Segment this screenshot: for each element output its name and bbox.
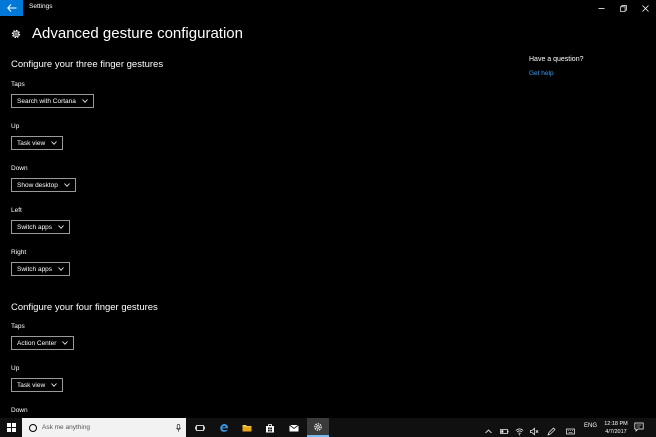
mail-icon (289, 424, 299, 431)
battery-button[interactable] (500, 423, 509, 434)
four-finger-up-label: Up (11, 365, 20, 372)
close-button[interactable] (634, 0, 656, 16)
edge-button[interactable] (213, 418, 235, 437)
three-finger-right-label: Right (11, 249, 27, 256)
start-button[interactable] (0, 418, 22, 437)
action-center-icon[interactable] (634, 422, 644, 432)
windows-logo-icon (6, 423, 16, 432)
back-arrow-icon (6, 4, 16, 12)
three-finger-left-dropdown[interactable]: Switch apps (11, 220, 71, 234)
chevron-up-icon (485, 429, 492, 434)
network-button[interactable] (515, 423, 524, 436)
task-view-button[interactable] (189, 418, 211, 437)
maximize-button[interactable] (612, 0, 634, 16)
show-hidden-icons-button[interactable] (484, 423, 493, 434)
chevron-down-icon (58, 267, 64, 271)
window-title: Settings (29, 3, 53, 10)
battery-icon (500, 429, 509, 434)
store-icon (266, 423, 274, 432)
four-finger-up-dropdown[interactable]: Task view (11, 378, 64, 392)
help-title: Have a question? (529, 56, 584, 63)
dropdown-value: Task view (17, 381, 46, 389)
three-finger-up-dropdown[interactable]: Task view (11, 136, 64, 150)
page-title: Advanced gesture configuration (32, 25, 243, 42)
three-finger-up-label: Up (11, 123, 20, 130)
edge-icon (220, 423, 229, 432)
three-finger-right-dropdown[interactable]: Switch apps (11, 262, 71, 276)
minimize-button[interactable] (590, 0, 612, 16)
chevron-down-icon (82, 99, 88, 103)
chevron-down-icon (51, 383, 57, 387)
microphone-icon[interactable] (176, 423, 181, 432)
three-finger-down-label: Down (11, 165, 28, 172)
settings-taskbar-button[interactable] (307, 418, 329, 437)
folder-icon (242, 424, 252, 431)
clock[interactable]: 12:18 PM 4/7/2017 (603, 420, 629, 436)
dropdown-value: Task view (17, 139, 46, 147)
title-bar: Settings (0, 0, 656, 16)
dropdown-value: Switch apps (17, 265, 53, 273)
task-view-icon (195, 424, 205, 431)
dropdown-value: Switch apps (17, 223, 53, 231)
three-finger-taps-label: Taps (11, 81, 25, 88)
clock-time: 12:18 PM (604, 421, 628, 427)
chevron-down-icon (51, 141, 57, 145)
dropdown-value: Action Center (17, 339, 57, 347)
four-finger-heading: Configure your four finger gestures (11, 302, 158, 313)
three-finger-down-dropdown[interactable]: Show desktop (11, 178, 76, 192)
file-explorer-button[interactable] (236, 418, 258, 437)
dropdown-value: Search with Cortana (17, 97, 76, 105)
search-placeholder: Ask me anything (42, 424, 91, 431)
taskbar: Ask me anything ENG 12:18 PM 4/7/2017 (0, 418, 656, 437)
gear-icon (314, 422, 322, 431)
pen-button[interactable] (547, 423, 556, 436)
four-finger-taps-label: Taps (11, 323, 25, 330)
four-finger-down-label: Down (11, 407, 28, 414)
mail-button[interactable] (283, 418, 305, 437)
restore-icon (619, 4, 627, 12)
volume-button[interactable] (530, 423, 539, 436)
three-finger-heading: Configure your three finger gestures (11, 59, 164, 70)
get-help-link[interactable]: Get help (529, 70, 554, 77)
clock-date: 4/7/2017 (605, 429, 627, 435)
three-finger-left-label: Left (11, 207, 22, 214)
cortana-search-box[interactable]: Ask me anything (22, 418, 186, 437)
dropdown-value: Show desktop (17, 181, 58, 189)
store-button[interactable] (259, 418, 281, 437)
close-icon (641, 4, 649, 12)
touch-keyboard-button[interactable] (566, 423, 575, 435)
wifi-icon (515, 428, 524, 436)
chevron-down-icon (64, 183, 70, 187)
three-finger-taps-dropdown[interactable]: Search with Cortana (11, 94, 94, 108)
input-language[interactable]: ENG (584, 423, 597, 429)
cortana-icon (29, 423, 37, 432)
four-finger-taps-dropdown[interactable]: Action Center (11, 336, 75, 350)
volume-muted-icon (530, 427, 539, 436)
back-button[interactable] (0, 0, 23, 16)
gear-icon (11, 29, 21, 39)
chevron-down-icon (62, 341, 69, 345)
minimize-icon (598, 7, 604, 9)
chevron-down-icon (58, 225, 64, 229)
pen-icon (547, 427, 556, 436)
keyboard-icon (566, 428, 575, 435)
